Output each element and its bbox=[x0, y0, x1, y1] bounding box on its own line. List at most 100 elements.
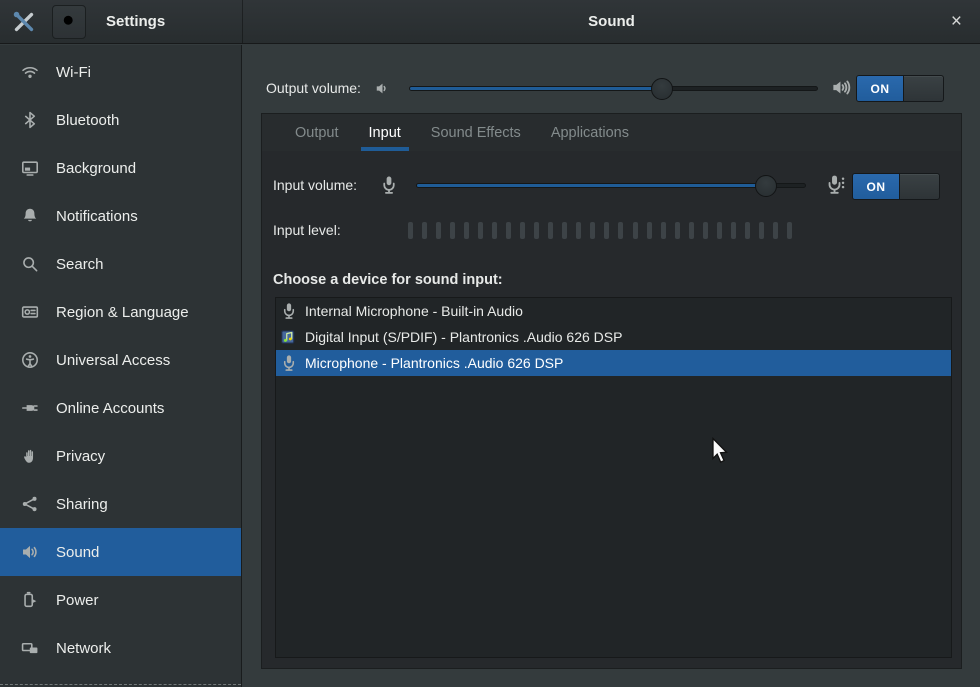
main-panel: Output volume: ON OutputInputSound Effec… bbox=[243, 45, 980, 687]
tab-output[interactable]: Output bbox=[280, 114, 354, 151]
online-accounts-icon bbox=[21, 399, 39, 417]
level-segment bbox=[759, 222, 764, 239]
close-icon[interactable]: × bbox=[947, 0, 966, 44]
device-label: Microphone - Plantronics .Audio 626 DSP bbox=[305, 355, 563, 371]
choose-device-label: Choose a device for sound input: bbox=[273, 272, 503, 288]
sidebar-item-network[interactable]: Network bbox=[0, 624, 241, 672]
level-segment bbox=[618, 222, 623, 239]
toggle-knob[interactable] bbox=[903, 76, 943, 101]
sidebar-item-label: Sound bbox=[56, 544, 99, 561]
input-volume-slider[interactable] bbox=[416, 183, 806, 188]
sidebar-item-sharing[interactable]: Sharing bbox=[0, 480, 241, 528]
level-segment bbox=[422, 222, 427, 239]
sidebar-item-notifications[interactable]: Notifications bbox=[0, 192, 241, 240]
level-segment bbox=[492, 222, 497, 239]
sidebar-item-label: Network bbox=[56, 640, 111, 657]
toggle-on-label: ON bbox=[853, 174, 899, 199]
sidebar-item-universal-access[interactable]: Universal Access bbox=[0, 336, 241, 384]
sound-icon bbox=[21, 543, 39, 561]
input-level-meter bbox=[408, 221, 792, 239]
region-icon bbox=[21, 303, 39, 321]
app-title: Settings bbox=[106, 13, 165, 30]
level-segment bbox=[787, 222, 792, 239]
sidebar-item-label: Sharing bbox=[56, 496, 108, 513]
tab-applications[interactable]: Applications bbox=[536, 114, 644, 151]
sidebar-item-label: Power bbox=[56, 592, 99, 609]
bluetooth-icon bbox=[21, 111, 39, 129]
level-segment bbox=[675, 222, 680, 239]
sidebar-item-sound[interactable]: Sound bbox=[0, 528, 241, 576]
volume-high-icon bbox=[831, 77, 852, 98]
slider-knob[interactable] bbox=[651, 78, 673, 100]
sidebar-item-label: Region & Language bbox=[56, 304, 189, 321]
level-segment bbox=[534, 222, 539, 239]
sidebar-item-label: Notifications bbox=[56, 208, 138, 225]
search-icon bbox=[21, 255, 39, 273]
slider-knob[interactable] bbox=[755, 175, 777, 197]
device-row-digital-input-s-pdif-plantronics-audio-626-dsp[interactable]: Digital Input (S/PDIF) - Plantronics .Au… bbox=[276, 324, 951, 350]
output-mute-toggle[interactable]: ON bbox=[856, 75, 944, 102]
output-volume-slider[interactable] bbox=[409, 86, 818, 91]
level-segment bbox=[633, 222, 638, 239]
sidebar-item-label: Bluetooth bbox=[56, 112, 119, 129]
level-segment bbox=[731, 222, 736, 239]
tab-sound-effects[interactable]: Sound Effects bbox=[416, 114, 536, 151]
device-row-microphone-plantronics-audio-626-dsp[interactable]: Microphone - Plantronics .Audio 626 DSP bbox=[276, 350, 951, 376]
input-mute-toggle[interactable]: ON bbox=[852, 173, 940, 200]
network-icon bbox=[21, 639, 39, 657]
level-segment bbox=[703, 222, 708, 239]
toggle-on-label: ON bbox=[857, 76, 903, 101]
sidebar-item-background[interactable]: Background bbox=[0, 144, 241, 192]
sidebar-item-label: Wi-Fi bbox=[56, 64, 91, 81]
level-segment bbox=[408, 222, 413, 239]
sidebar: Wi-Fi Bluetooth Background Notifications Sea… bbox=[0, 45, 242, 687]
power-icon bbox=[21, 591, 39, 609]
level-segment bbox=[590, 222, 595, 239]
sidebar-item-label: Universal Access bbox=[56, 352, 170, 369]
level-segment bbox=[548, 222, 553, 239]
sidebar-item-wi-fi[interactable]: Wi-Fi bbox=[0, 48, 241, 96]
settings-window: Settings Sound × Wi-Fi Bluetooth Backgroun… bbox=[0, 0, 980, 687]
level-segment bbox=[450, 222, 455, 239]
search-button[interactable] bbox=[52, 5, 86, 39]
level-segment bbox=[647, 222, 652, 239]
input-volume-label: Input volume: bbox=[273, 177, 357, 193]
toggle-knob[interactable] bbox=[899, 174, 939, 199]
window-body: Wi-Fi Bluetooth Background Notifications Sea… bbox=[0, 45, 980, 687]
device-row-internal-microphone-built-in-audio[interactable]: Internal Microphone - Built-in Audio bbox=[276, 298, 951, 324]
header-bar: Settings Sound × bbox=[0, 0, 980, 44]
sidebar-item-search[interactable]: Search bbox=[0, 240, 241, 288]
level-segment bbox=[520, 222, 525, 239]
sound-notebook: OutputInputSound EffectsApplications Inp… bbox=[261, 113, 962, 669]
level-segment bbox=[478, 222, 483, 239]
tab-input[interactable]: Input bbox=[354, 114, 416, 151]
sidebar-item-bluetooth[interactable]: Bluetooth bbox=[0, 96, 241, 144]
sidebar-item-online-accounts[interactable]: Online Accounts bbox=[0, 384, 241, 432]
level-segment bbox=[773, 222, 778, 239]
sidebar-item-power[interactable]: Power bbox=[0, 576, 241, 624]
slider-fill bbox=[410, 87, 662, 90]
level-segment bbox=[506, 222, 511, 239]
sidebar-item-label: Background bbox=[56, 160, 136, 177]
tab-bar: OutputInputSound EffectsApplications bbox=[262, 114, 961, 151]
sidebar-item-label: Online Accounts bbox=[56, 400, 164, 417]
output-volume-label: Output volume: bbox=[266, 80, 361, 96]
level-segment bbox=[604, 222, 609, 239]
level-segment bbox=[464, 222, 469, 239]
sidebar-item-region-language[interactable]: Region & Language bbox=[0, 288, 241, 336]
device-label: Internal Microphone - Built-in Audio bbox=[305, 303, 523, 319]
microphone-icon bbox=[280, 302, 298, 320]
header-left-section: Settings bbox=[0, 0, 243, 43]
mic-high-icon bbox=[826, 174, 847, 195]
level-segment bbox=[562, 222, 567, 239]
slider-fill bbox=[417, 184, 766, 187]
level-segment bbox=[717, 222, 722, 239]
input-device-list[interactable]: Internal Microphone - Built-in Audio Digi… bbox=[275, 297, 952, 658]
input-level-label: Input level: bbox=[273, 222, 341, 238]
universal-access-icon bbox=[21, 351, 39, 369]
sidebar-item-privacy[interactable]: Privacy bbox=[0, 432, 241, 480]
level-segment bbox=[436, 222, 441, 239]
mic-low-icon bbox=[379, 175, 399, 195]
audio-card-icon bbox=[280, 328, 298, 346]
level-segment bbox=[745, 222, 750, 239]
